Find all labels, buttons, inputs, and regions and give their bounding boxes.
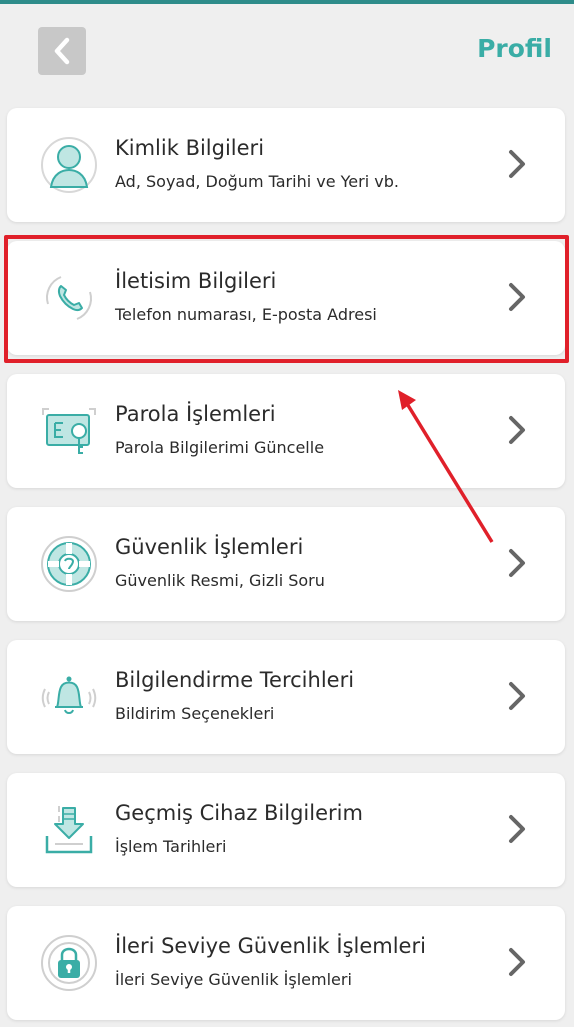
menu-item-bilgilendirme-tercihleri[interactable]: Bilgilendirme Tercihleri Bildirim Seçene… (7, 640, 565, 754)
menu-item-guvenlik-islemleri[interactable]: Güvenlik İşlemleri Güvenlik Resmi, Gizli… (7, 507, 565, 621)
person-icon (39, 135, 99, 195)
chevron-right-icon (509, 283, 525, 311)
menu-item-title: Bilgilendirme Tercihleri (115, 668, 355, 692)
menu-item-ileri-seviye-guvenlik-islemleri[interactable]: İleri Seviye Güvenlik İşlemleri İleri Se… (7, 906, 565, 1020)
padlock-icon (39, 933, 99, 993)
menu-item-subtitle: İşlem Tarihleri (115, 837, 227, 856)
menu-item-subtitle: Güvenlik Resmi, Gizli Soru (115, 571, 325, 590)
menu-item-subtitle: Telefon numarası, E-posta Adresi (115, 305, 377, 324)
chevron-right-icon (509, 815, 525, 843)
back-button[interactable] (38, 27, 86, 75)
menu-item-title: Geçmiş Cihaz Bilgilerim (115, 801, 363, 825)
chevron-right-icon (509, 150, 525, 178)
menu-item-title: İleri Seviye Güvenlik İşlemleri (115, 934, 426, 958)
menu-item-subtitle: Parola Bilgilerimi Güncelle (115, 438, 325, 457)
menu-item-title: Güvenlik İşlemleri (115, 535, 304, 559)
chevron-right-icon (509, 549, 525, 577)
menu-item-gecmis-cihaz-bilgilerim[interactable]: Geçmiş Cihaz Bilgilerim İşlem Tarihleri (7, 773, 565, 887)
menu-item-title: Parola İşlemleri (115, 402, 276, 426)
bell-icon (39, 667, 99, 727)
chevron-right-icon (509, 416, 525, 444)
header: Profil (0, 4, 574, 100)
lifebuoy-icon (39, 534, 99, 594)
phone-icon (39, 268, 99, 328)
chevron-right-icon (509, 948, 525, 976)
menu-item-subtitle: Ad, Soyad, Doğum Tarihi ve Yeri vb. (115, 172, 399, 191)
menu-item-kimlik-bilgileri[interactable]: Kimlik Bilgileri Ad, Soyad, Doğum Tarihi… (7, 108, 565, 222)
menu-item-subtitle: Bildirim Seçenekleri (115, 704, 275, 723)
menu-item-parola-islemleri[interactable]: Parola İşlemleri Parola Bilgilerimi Günc… (7, 374, 565, 488)
menu-item-title: Kimlik Bilgileri (115, 136, 265, 160)
password-key-icon (39, 401, 99, 461)
menu-item-subtitle: İleri Seviye Güvenlik İşlemleri (115, 970, 352, 989)
download-tray-icon (39, 800, 99, 860)
menu-item-iletisim-bilgileri[interactable]: İletisim Bilgileri Telefon numarası, E-p… (7, 241, 565, 355)
menu-item-title: İletisim Bilgileri (115, 269, 277, 293)
chevron-left-icon (54, 37, 70, 65)
page-title: Profil (477, 34, 552, 63)
chevron-right-icon (509, 682, 525, 710)
